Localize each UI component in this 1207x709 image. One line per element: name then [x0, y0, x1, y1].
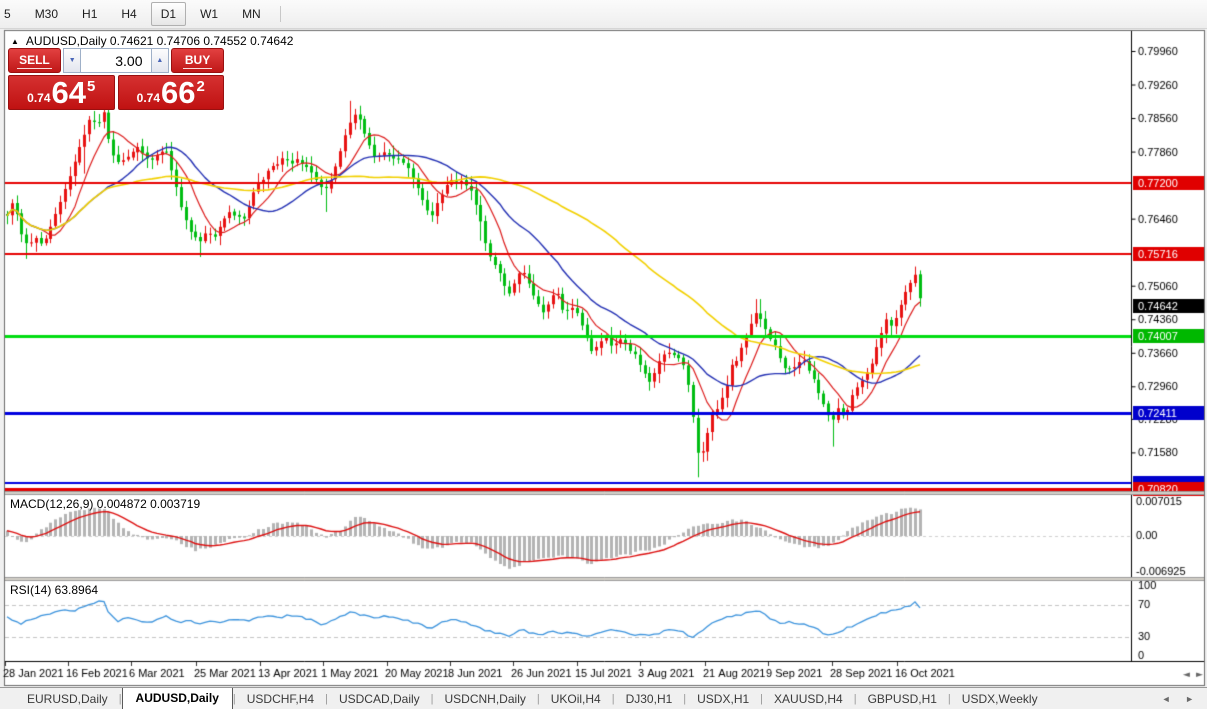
buy-price-prefix: 0.74 [137, 91, 160, 105]
chart-title-text: AUDUSD,Daily 0.74621 0.74706 0.74552 0.7… [26, 34, 294, 48]
rsi-indicator-label: RSI(14) 63.8964 [10, 583, 98, 597]
sell-price-box[interactable]: 0.74 64 5 [8, 75, 115, 110]
trade-panel-row: SELL ▼ 3.00 ▲ BUY [8, 48, 224, 73]
volume-input[interactable]: 3.00 [81, 48, 150, 73]
timeframe-button-d1[interactable]: D1 [151, 2, 186, 26]
toolbar-separator [280, 6, 281, 22]
price-chart-canvas[interactable] [0, 29, 1207, 687]
spinner-up-icon: ▲ [156, 57, 163, 64]
sell-price-big: 64 [52, 77, 86, 108]
tab-ukoil-h4[interactable]: UKOil,H4 [540, 690, 612, 708]
volume-increase-button[interactable]: ▲ [151, 48, 170, 73]
buy-button[interactable]: BUY [171, 48, 224, 73]
tab-usdx-h1[interactable]: USDX,H1 [686, 690, 760, 708]
timeframe-button-mn[interactable]: MN [232, 2, 271, 26]
tab-usdcad-daily[interactable]: USDCAD,Daily [328, 690, 431, 708]
buy-price-box[interactable]: 0.74 66 2 [118, 75, 225, 110]
tab-gbpusd-h1[interactable]: GBPUSD,H1 [857, 690, 948, 708]
chart-window: ▲ AUDUSD,Daily 0.74621 0.74706 0.74552 0.… [0, 29, 1207, 687]
volume-decrease-button[interactable]: ▼ [63, 48, 82, 73]
timeframe-button-w1[interactable]: W1 [190, 2, 228, 26]
tab-dj30-h1[interactable]: DJ30,H1 [615, 690, 684, 708]
spinner-down-icon: ▼ [69, 57, 76, 64]
tab-usdcnh-daily[interactable]: USDCNH,Daily [434, 690, 537, 708]
sell-button[interactable]: SELL [8, 48, 61, 73]
tab-xauusd-h4[interactable]: XAUUSD,H4 [763, 690, 854, 708]
tab-scroll-arrows[interactable]: ◄ ► [1162, 694, 1200, 704]
timeframe-button-5[interactable]: 5 [0, 2, 21, 26]
tab-eurusd-daily[interactable]: EURUSD,Daily [16, 690, 119, 708]
sell-price-pip: 5 [87, 78, 95, 95]
timeframe-button-h4[interactable]: H4 [111, 2, 146, 26]
buy-price-pip: 2 [197, 78, 205, 95]
one-click-trade-panel: SELL ▼ 3.00 ▲ BUY 0.74 64 5 0.74 66 2 [8, 48, 224, 110]
volume-value: 3.00 [115, 53, 142, 69]
timeframe-button-m30[interactable]: M30 [25, 2, 68, 26]
buy-button-label: BUY [183, 53, 212, 69]
mt4-terminal: { "toolbar": { "buttons": ["5", "M30", "… [0, 0, 1207, 708]
tab-usdchf-h4[interactable]: USDCHF,H4 [236, 690, 325, 708]
chart-title: ▲ AUDUSD,Daily 0.74621 0.74706 0.74552 0.… [11, 34, 293, 48]
buy-price-big: 66 [161, 77, 195, 108]
tab-audusd-daily[interactable]: AUDUSD,Daily [122, 687, 233, 709]
macd-indicator-label: MACD(12,26,9) 0.004872 0.003719 [10, 497, 200, 511]
collapse-panel-arrow-icon[interactable]: ▲ [11, 37, 19, 46]
chart-tab-bar: EURUSD,Daily|AUDUSD,Daily|USDCHF,H4|USDC… [0, 687, 1207, 709]
tab-usdx-weekly[interactable]: USDX,Weekly [951, 690, 1049, 708]
trade-panel-prices: 0.74 64 5 0.74 66 2 [8, 75, 224, 110]
sell-button-label: SELL [17, 53, 52, 69]
timeframe-toolbar: 5M30H1H4D1W1MN [0, 0, 1207, 29]
timeframe-button-h1[interactable]: H1 [72, 2, 107, 26]
sell-price-prefix: 0.74 [27, 91, 50, 105]
